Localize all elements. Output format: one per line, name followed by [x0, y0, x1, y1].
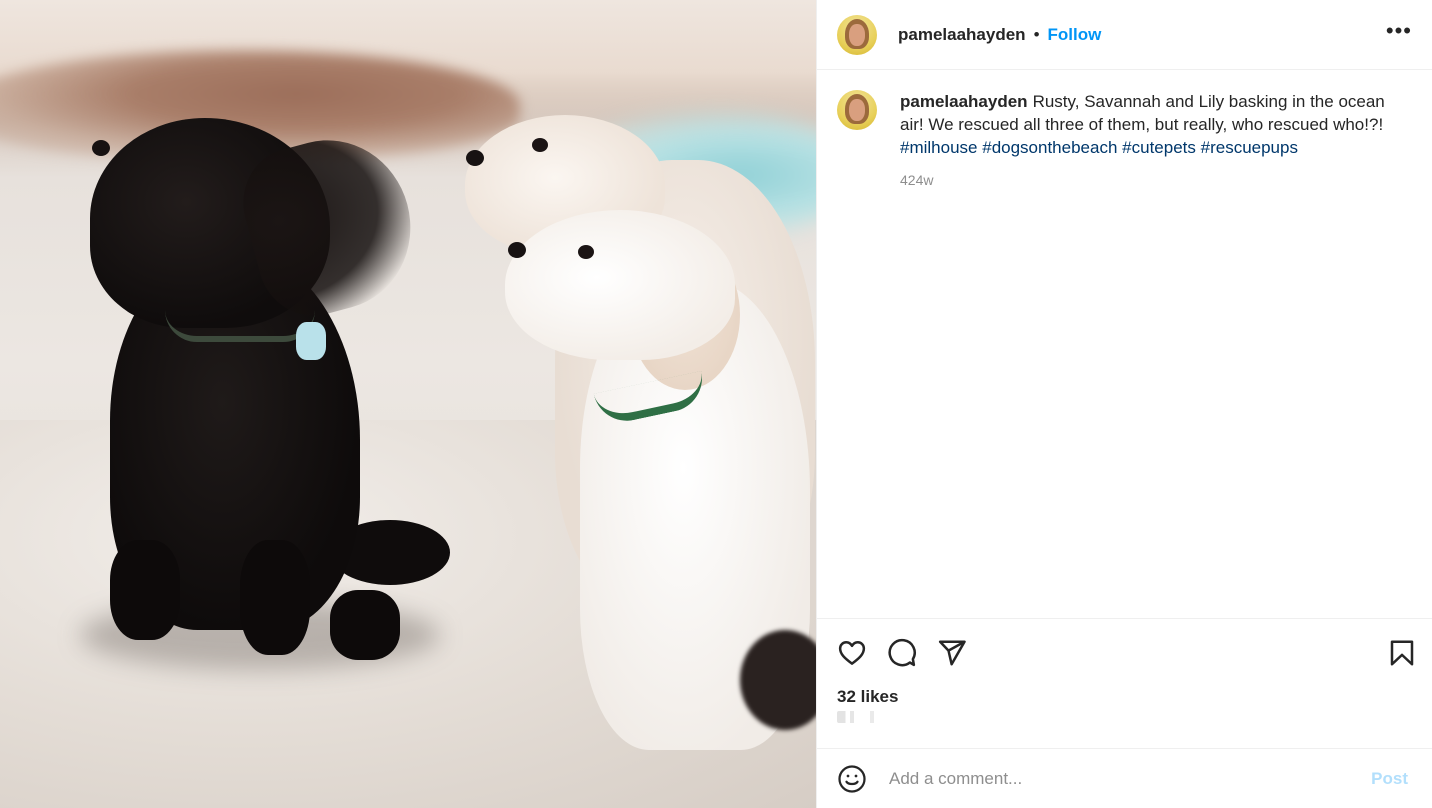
white-dog-back-eye	[532, 138, 548, 152]
comment-icon[interactable]	[887, 638, 917, 668]
hashtag-link[interactable]: #milhouse	[900, 138, 978, 157]
post-photo[interactable]	[0, 0, 816, 808]
post-comment-button[interactable]: Post	[1371, 769, 1408, 789]
avatar-face	[849, 23, 865, 46]
comments-area: pamelaahayden Rusty, Savannah and Lily ba…	[817, 70, 1432, 618]
bookmark-icon[interactable]	[1387, 638, 1417, 668]
hashtag-link[interactable]: #dogsonthebeach	[982, 138, 1117, 157]
post-timestamp[interactable]: 424w	[900, 169, 1412, 192]
black-dog-nose	[92, 140, 110, 156]
send-icon[interactable]	[937, 638, 967, 668]
more-options-icon[interactable]: •••	[1386, 18, 1412, 52]
author-avatar[interactable]	[837, 14, 877, 55]
caption-body: pamelaahayden Rusty, Savannah and Lily ba…	[900, 90, 1412, 192]
action-bar	[837, 619, 1414, 685]
comment-input[interactable]	[887, 767, 1372, 790]
black-dog-leg	[110, 540, 180, 640]
hashtag-link[interactable]: #rescuepups	[1201, 138, 1298, 157]
black-dog-leg	[240, 540, 310, 655]
follow-button[interactable]: Follow	[1048, 25, 1102, 45]
bone-tag-icon	[296, 322, 326, 360]
white-dog-back-nose	[466, 150, 484, 166]
author-username[interactable]: pamelaahayden	[898, 25, 1026, 45]
faded-date-text	[837, 711, 897, 723]
white-dog-front-nose	[508, 242, 526, 258]
instagram-post: pamelaahayden • Follow ••• pamelaahayden…	[0, 0, 1432, 808]
white-dog-front-head	[505, 210, 735, 360]
avatar-face	[849, 99, 865, 121]
black-dog-leg	[330, 590, 400, 660]
like-count[interactable]: 32 likes	[837, 687, 1412, 707]
heart-icon[interactable]	[837, 638, 867, 668]
post-side-panel: pamelaahayden • Follow ••• pamelaahayden…	[816, 0, 1432, 808]
post-header: pamelaahayden • Follow •••	[817, 0, 1432, 70]
hashtag-list: #milhouse #dogsonthebeach #cutepets #res…	[900, 136, 1412, 159]
comment-bar: Post	[817, 748, 1432, 808]
caption-row: pamelaahayden Rusty, Savannah and Lily ba…	[837, 90, 1412, 192]
emoji-icon[interactable]	[837, 764, 867, 794]
caption-username[interactable]: pamelaahayden	[900, 92, 1028, 111]
caption-avatar[interactable]	[837, 90, 877, 130]
actions-section: 32 likes	[817, 618, 1432, 748]
hashtag-link[interactable]: #cutepets	[1122, 138, 1196, 157]
black-dog-collar	[165, 310, 315, 342]
white-dog-front-eye	[578, 245, 594, 259]
header-separator: •	[1033, 24, 1040, 44]
